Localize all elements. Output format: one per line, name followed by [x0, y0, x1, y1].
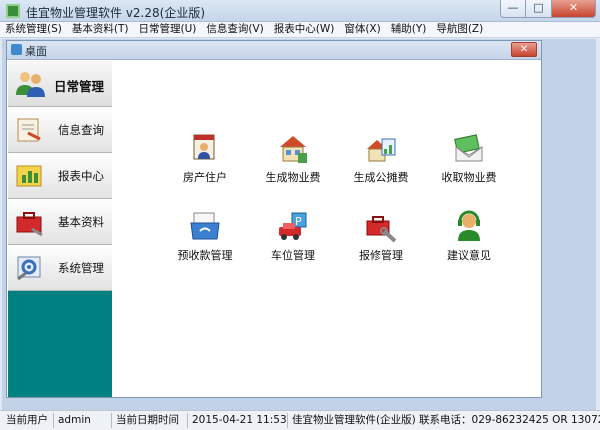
- sidebar-item-label: 系统管理: [58, 261, 104, 275]
- sidebar-item-query[interactable]: 信息查询: [8, 107, 112, 153]
- status-user-label: 当前用户: [2, 413, 54, 428]
- status-date-value: 2015-04-21 11:53:17: [188, 413, 288, 428]
- menu-window[interactable]: 窗体(X): [339, 22, 385, 37]
- sidebar-item-basic[interactable]: 基本资料: [8, 199, 112, 245]
- tile-residents[interactable]: 房产住户: [161, 131, 249, 193]
- tile-prepay[interactable]: 预收款管理: [161, 209, 249, 271]
- menu-query[interactable]: 信息查询(V): [201, 22, 268, 37]
- tile-label: 报修管理: [359, 249, 403, 262]
- desktop-icon: [11, 44, 22, 55]
- sidebar-item-daily[interactable]: 日常管理: [8, 61, 112, 107]
- tile-repair[interactable]: 报修管理: [337, 209, 425, 271]
- tile-parking[interactable]: P 车位管理: [249, 209, 337, 271]
- tile-generate-fee[interactable]: 生成物业费: [249, 131, 337, 193]
- tile-suggestions[interactable]: 建议意见: [425, 209, 513, 271]
- tile-collect-fee[interactable]: 收取物业费: [425, 131, 513, 193]
- toolbox-icon: [16, 212, 43, 237]
- tile-label: 生成公摊费: [353, 171, 409, 184]
- menu-daily[interactable]: 日常管理(U): [133, 22, 201, 37]
- support-icon: [458, 210, 480, 241]
- sidebar-item-system[interactable]: 系统管理: [8, 245, 112, 291]
- tile-label: 收取物业费: [441, 171, 497, 184]
- tile-label: 建议意见: [447, 249, 491, 262]
- money-icon: [454, 134, 483, 162]
- desktop-close-button[interactable]: ✕: [511, 42, 537, 57]
- desktop-window: 桌面 ✕ 日常管理 信息查询 报表中心 基本资料 系统管理 房产住户 生成物业费…: [6, 40, 542, 398]
- people-icon: [16, 72, 45, 97]
- status-info: 佳宜物业管理软件(企业版) 联系电话：029-86232425 OR 13072…: [292, 414, 600, 426]
- sidebar-item-reports[interactable]: 报表中心: [8, 153, 112, 199]
- sidebar-item-label: 报表中心: [58, 169, 104, 183]
- resident-icon: [193, 134, 215, 160]
- menu-navigation[interactable]: 导航图(Z): [431, 22, 488, 37]
- minimize-button[interactable]: —: [500, 0, 526, 18]
- title-bar: 佳宜物业管理软件 v2.28(企业版) — □ ✕: [0, 0, 600, 22]
- tile-label: 预收款管理: [177, 249, 233, 262]
- sidebar: 日常管理 信息查询 报表中心 基本资料 系统管理: [8, 61, 112, 397]
- window-controls: — □ ✕: [500, 0, 596, 18]
- svg-text:P: P: [295, 215, 302, 228]
- tile-shared-fee[interactable]: 生成公摊费: [337, 131, 425, 193]
- status-user-value: admin: [54, 413, 112, 428]
- desktop-title: 桌面: [25, 45, 47, 58]
- maximize-button[interactable]: □: [526, 0, 552, 18]
- sidebar-item-label: 基本资料: [58, 215, 104, 229]
- settings-icon: [17, 256, 41, 281]
- desktop-title-bar: 桌面 ✕: [7, 41, 541, 60]
- document-search-icon: [17, 118, 41, 142]
- shared-fee-icon: [367, 138, 396, 162]
- repair-icon: [366, 216, 397, 243]
- tile-label: 生成物业费: [265, 171, 321, 184]
- menu-system[interactable]: 系统管理(S): [0, 22, 67, 37]
- report-chart-icon: [16, 165, 42, 187]
- sidebar-item-label: 日常管理: [54, 79, 105, 94]
- mdi-area: 桌面 ✕ 日常管理 信息查询 报表中心 基本资料 系统管理 房产住户 生成物业费…: [2, 39, 596, 410]
- sidebar-item-label: 信息查询: [58, 123, 104, 137]
- menu-bar: 系统管理(S) 基本资料(T) 日常管理(U) 信息查询(V) 报表中心(W) …: [0, 22, 600, 38]
- menu-reports[interactable]: 报表中心(W): [269, 22, 340, 37]
- tile-label: 车位管理: [271, 249, 315, 262]
- window-title: 佳宜物业管理软件 v2.28(企业版): [26, 6, 205, 20]
- tile-label: 房产住户: [183, 171, 227, 184]
- close-button[interactable]: ✕: [552, 0, 596, 18]
- menu-basic-data[interactable]: 基本资料(T): [67, 22, 134, 37]
- house-fee-icon: [280, 136, 307, 163]
- status-bar: 当前用户 admin 当前日期时间 2015-04-21 11:53:17 佳宜…: [0, 410, 600, 430]
- desktop-content: 房产住户 生成物业费 生成公摊费 收取物业费 预收款管理 P 车位管理 报修管理…: [113, 61, 541, 397]
- status-date-label: 当前日期时间: [112, 413, 188, 428]
- app-logo-icon: [6, 4, 20, 18]
- menu-help[interactable]: 辅助(Y): [386, 22, 432, 37]
- parking-icon: P: [279, 212, 307, 240]
- prepay-icon: [190, 212, 220, 240]
